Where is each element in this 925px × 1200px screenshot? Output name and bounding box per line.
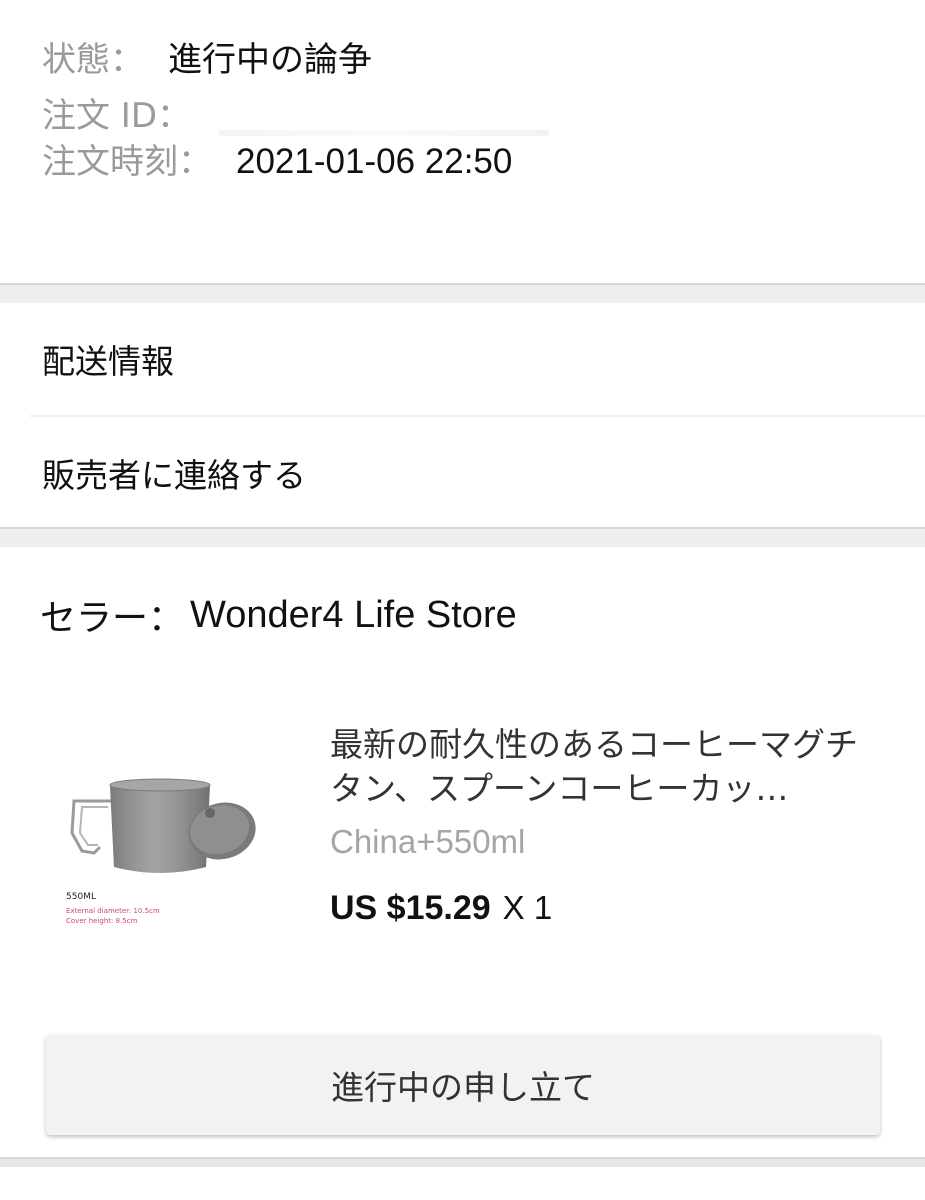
status-label: 状態 [42,40,110,80]
order-links-section: 配送情報 販売者に連絡する [0,303,925,527]
bottom-divider [0,1157,925,1167]
product-thumbnail[interactable]: 550ML External diameter: 10.5cm Cover he… [60,771,300,961]
mug-image-icon: 550ML External diameter: 10.5cm Cover he… [60,771,300,961]
order-time-value: 2021-01-06 22:50 [236,142,513,181]
image-caption: 550ML [66,892,96,902]
seller-name[interactable]: Wonder4 Life Store [190,594,517,637]
contact-seller-link[interactable]: 販売者に連絡する [0,417,925,529]
image-spec-1: External diameter: 10.5cm [66,907,160,915]
dispute-in-progress-button[interactable]: 進行中の申し立て [46,1035,880,1135]
section-gap [0,527,925,547]
order-id-colon: ： [157,96,192,136]
order-time-colon: ： [178,142,212,182]
price-row: US $15.29 X 1 [330,889,890,928]
order-status-row: 状態 ： 進行中の論争 [42,38,883,94]
product-price: US $15.29 [330,889,491,927]
status-colon: ： [110,40,144,80]
seller-row: セラー： Wonder4 Life Store [0,587,925,643]
order-time-row: 注文時刻 ： 2021-01-06 22:50 [42,140,883,196]
product-item[interactable]: 550ML External diameter: 10.5cm Cover he… [0,723,925,961]
product-info: 最新の耐久性のあるコーヒーマグチタン、スプーンコーヒーカッ… China+550… [330,723,890,961]
image-spec-2: Cover height: 8.5cm [66,917,138,925]
product-quantity: X 1 [502,889,553,926]
order-info-section: 状態 ： 進行中の論争 注文 ID ： 注文時刻 ： 2021-01-06 22… [0,0,925,283]
section-gap [0,283,925,303]
order-time-label: 注文時刻 [42,142,178,182]
order-id-row: 注文 ID ： [42,94,883,140]
order-id-redaction [219,130,550,136]
product-variant: China+550ml [330,823,526,860]
status-value: 進行中の論争 [168,40,372,80]
order-id-label: 注文 ID [42,96,158,136]
product-title[interactable]: 最新の耐久性のあるコーヒーマグチタン、スプーンコーヒーカッ… [330,723,890,811]
shipping-info-link[interactable]: 配送情報 [0,303,925,415]
seller-label: セラー： [40,598,185,639]
seller-section: セラー： Wonder4 Life Store 550ML External d… [0,547,925,1167]
